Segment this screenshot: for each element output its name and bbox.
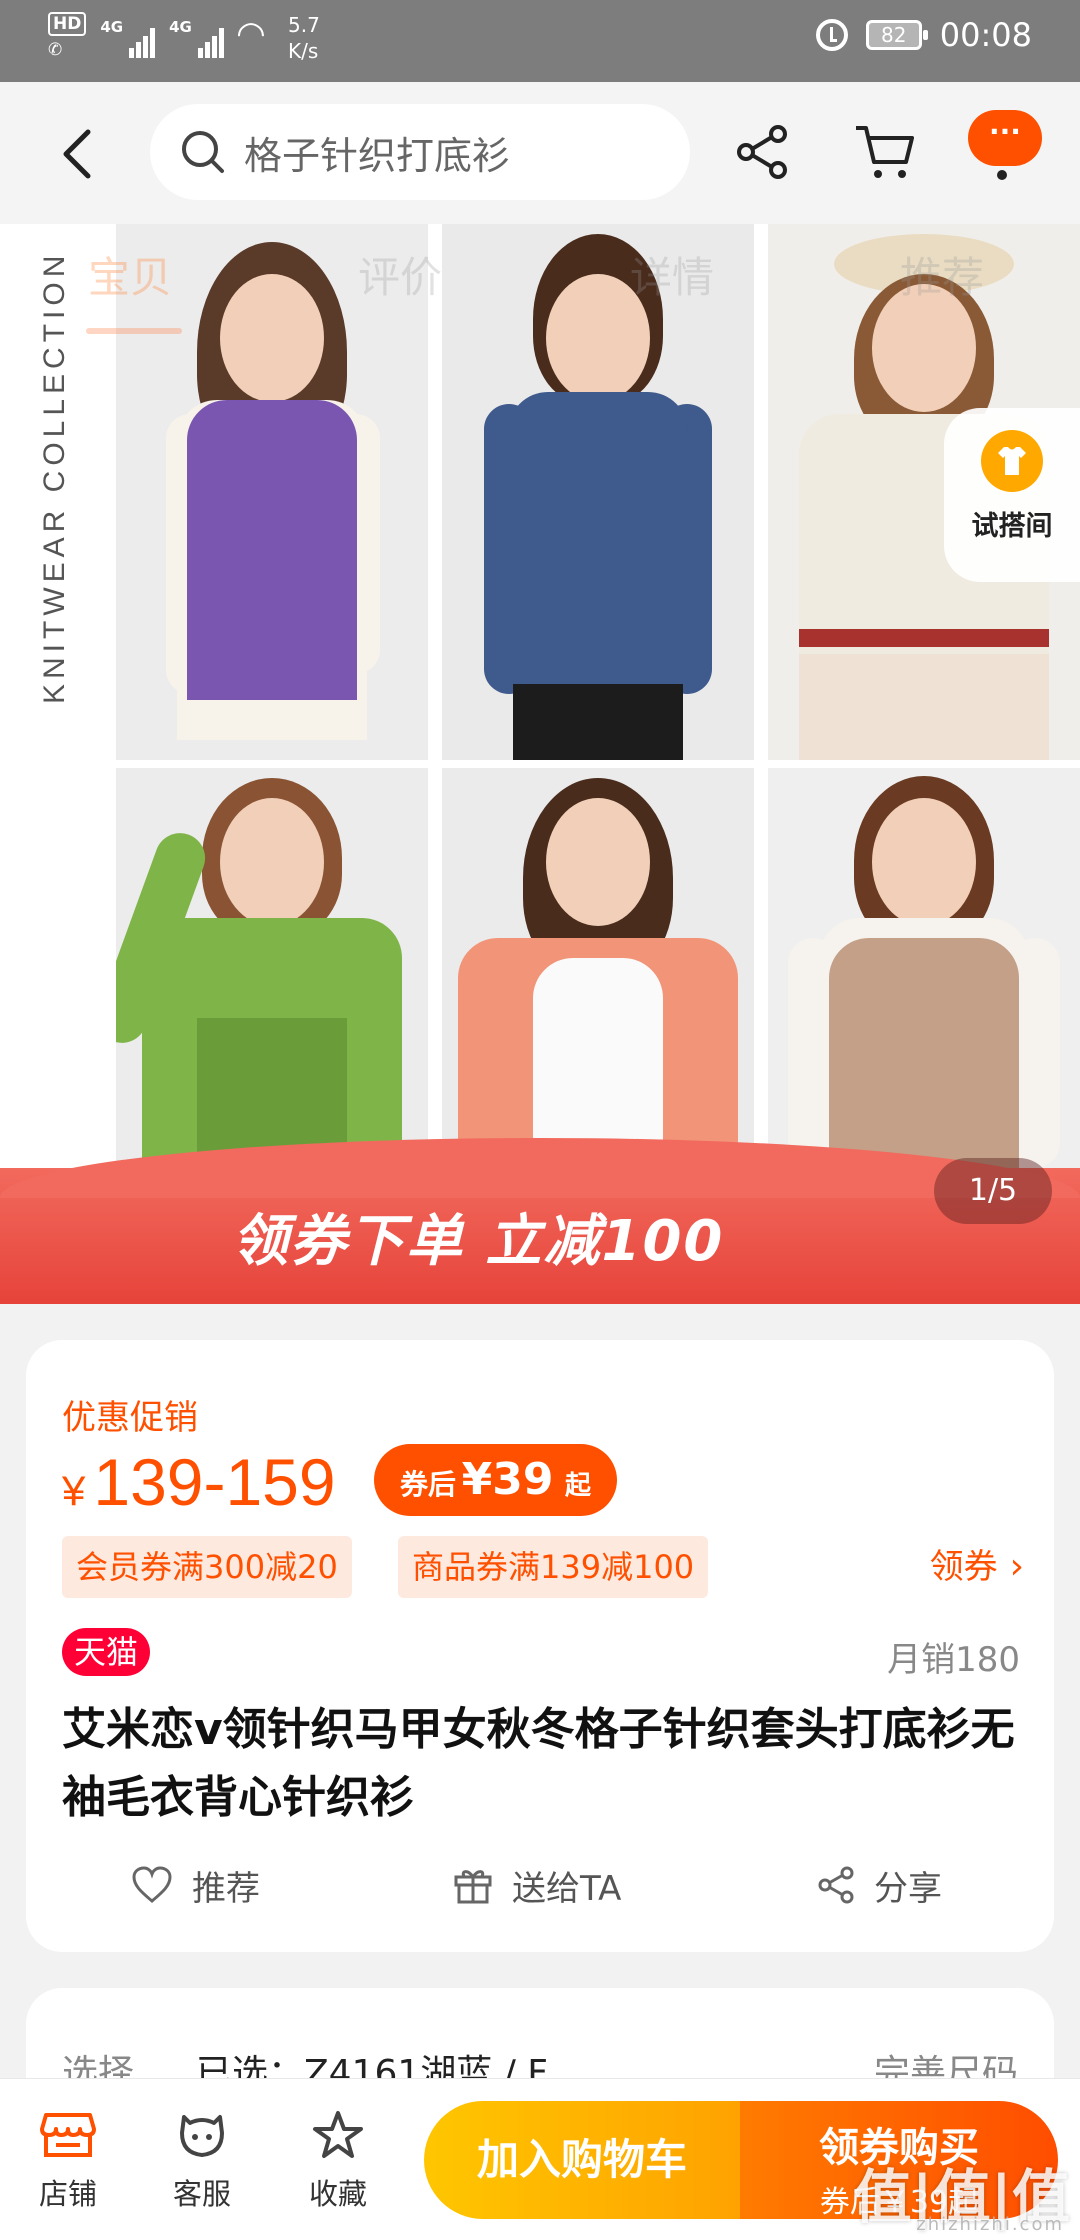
site-watermark-url: zhizhizhi.com <box>916 2214 1064 2235</box>
coupon-chip-product[interactable]: 商品券满139减100 <box>398 1536 709 1598</box>
product-info-card: 优惠促销 ¥139-159 券后 ¥39 起 会员券满300减20 商品券满13… <box>26 1340 1054 1952</box>
product-title: 艾米恋v领针织马甲女秋冬格子针织套头打底衫无袖毛衣背心针织衫 <box>62 1704 1015 1823</box>
detail-tabs: 宝贝 评价 详情 推荐 <box>0 244 1080 334</box>
tab-item[interactable]: 宝贝 <box>88 244 172 305</box>
tab-underline <box>86 328 182 334</box>
search-bar[interactable]: 格子针织打底衫 <box>150 104 690 200</box>
hd-indicator: HD ✆ <box>48 12 87 60</box>
signal-icon: 4G <box>100 18 156 58</box>
recommend-button[interactable]: 推荐 <box>130 1850 260 1920</box>
action-row: 推荐 送给TA 分享 <box>26 1850 1054 1920</box>
gift-button[interactable]: 送给TA <box>452 1850 621 1920</box>
tshirt-icon <box>981 430 1043 492</box>
tab-reviews[interactable]: 评价 <box>358 244 442 305</box>
battery-icon: 82 <box>865 20 928 50</box>
coupon-chip-member[interactable]: 会员券满300减20 <box>62 1536 352 1598</box>
star-icon <box>313 2111 363 2158</box>
customer-service-button[interactable]: 客服 <box>142 2109 262 2213</box>
tab-details[interactable]: 详情 <box>630 244 714 305</box>
search-query: 格子针织打底衫 <box>244 133 511 178</box>
share-button[interactable]: 分享 <box>816 1850 942 1920</box>
network-speed: 5.7 K/s <box>288 13 320 63</box>
price-symbol: ¥ <box>62 1467 86 1514</box>
status-left: HD ✆ 4G 4G ◠ 5.7 K/s <box>48 12 320 64</box>
chat-face-icon <box>180 2115 224 2157</box>
back-arrow-icon[interactable] <box>56 124 100 184</box>
share-icon[interactable] <box>732 122 792 182</box>
product-gallery[interactable]: KNITWEAR COLLECTION 宝贝 评价 详情 推荐 试搭间 领券下单… <box>0 224 1080 1304</box>
price-range: 139-159 <box>93 1445 336 1519</box>
collection-side-text: KNITWEAR COLLECTION <box>38 250 71 704</box>
tab-recommend[interactable]: 推荐 <box>900 244 984 305</box>
notification-dot <box>997 170 1007 180</box>
alarm-icon <box>815 19 848 51</box>
fitting-room-button[interactable]: 试搭间 <box>944 408 1080 582</box>
call-icon: ✆ <box>48 40 63 60</box>
page-indicator: 1/5 <box>934 1158 1052 1224</box>
add-to-cart-button[interactable]: 加入购物车 <box>424 2101 740 2219</box>
top-nav: 格子针织打底衫 ··· <box>0 82 1080 224</box>
chevron-right-icon: › <box>1009 1546 1024 1587</box>
fitting-room-label: 试搭间 <box>971 511 1053 542</box>
monthly-sales: 月销180 <box>887 1640 1020 1680</box>
coupon-price-badge[interactable]: 券后 ¥39 起 <box>374 1444 618 1516</box>
store-icon <box>40 2113 96 2157</box>
signal-icon-2: 4G <box>169 18 224 58</box>
price: ¥139-159 <box>62 1444 336 1520</box>
share-icon <box>818 1866 854 1904</box>
more-menu-button[interactable]: ··· <box>968 110 1042 166</box>
banner-text: 领券下单 立减100 <box>232 1209 725 1274</box>
search-icon <box>182 131 224 173</box>
heart-icon <box>132 1866 172 1903</box>
store-button[interactable]: 店铺 <box>8 2109 128 2213</box>
coupon-banner[interactable]: 领券下单 立减100 1/5 <box>0 1138 1080 1304</box>
clock: 00:08 <box>939 16 1032 54</box>
gift-icon <box>454 1870 492 1904</box>
promo-title: 优惠促销 <box>62 1398 198 1438</box>
cart-icon[interactable] <box>852 122 918 182</box>
get-coupon-link[interactable]: 领券 › <box>930 1536 1024 1598</box>
wifi-icon: ◠ <box>237 14 264 54</box>
status-bar: HD ✆ 4G 4G ◠ 5.7 K/s 82 00:08 <box>0 0 1080 82</box>
status-right: 82 00:08 <box>815 16 1032 54</box>
favorite-button[interactable]: 收藏 <box>278 2109 398 2213</box>
tmall-badge: 天猫 <box>62 1628 151 1676</box>
